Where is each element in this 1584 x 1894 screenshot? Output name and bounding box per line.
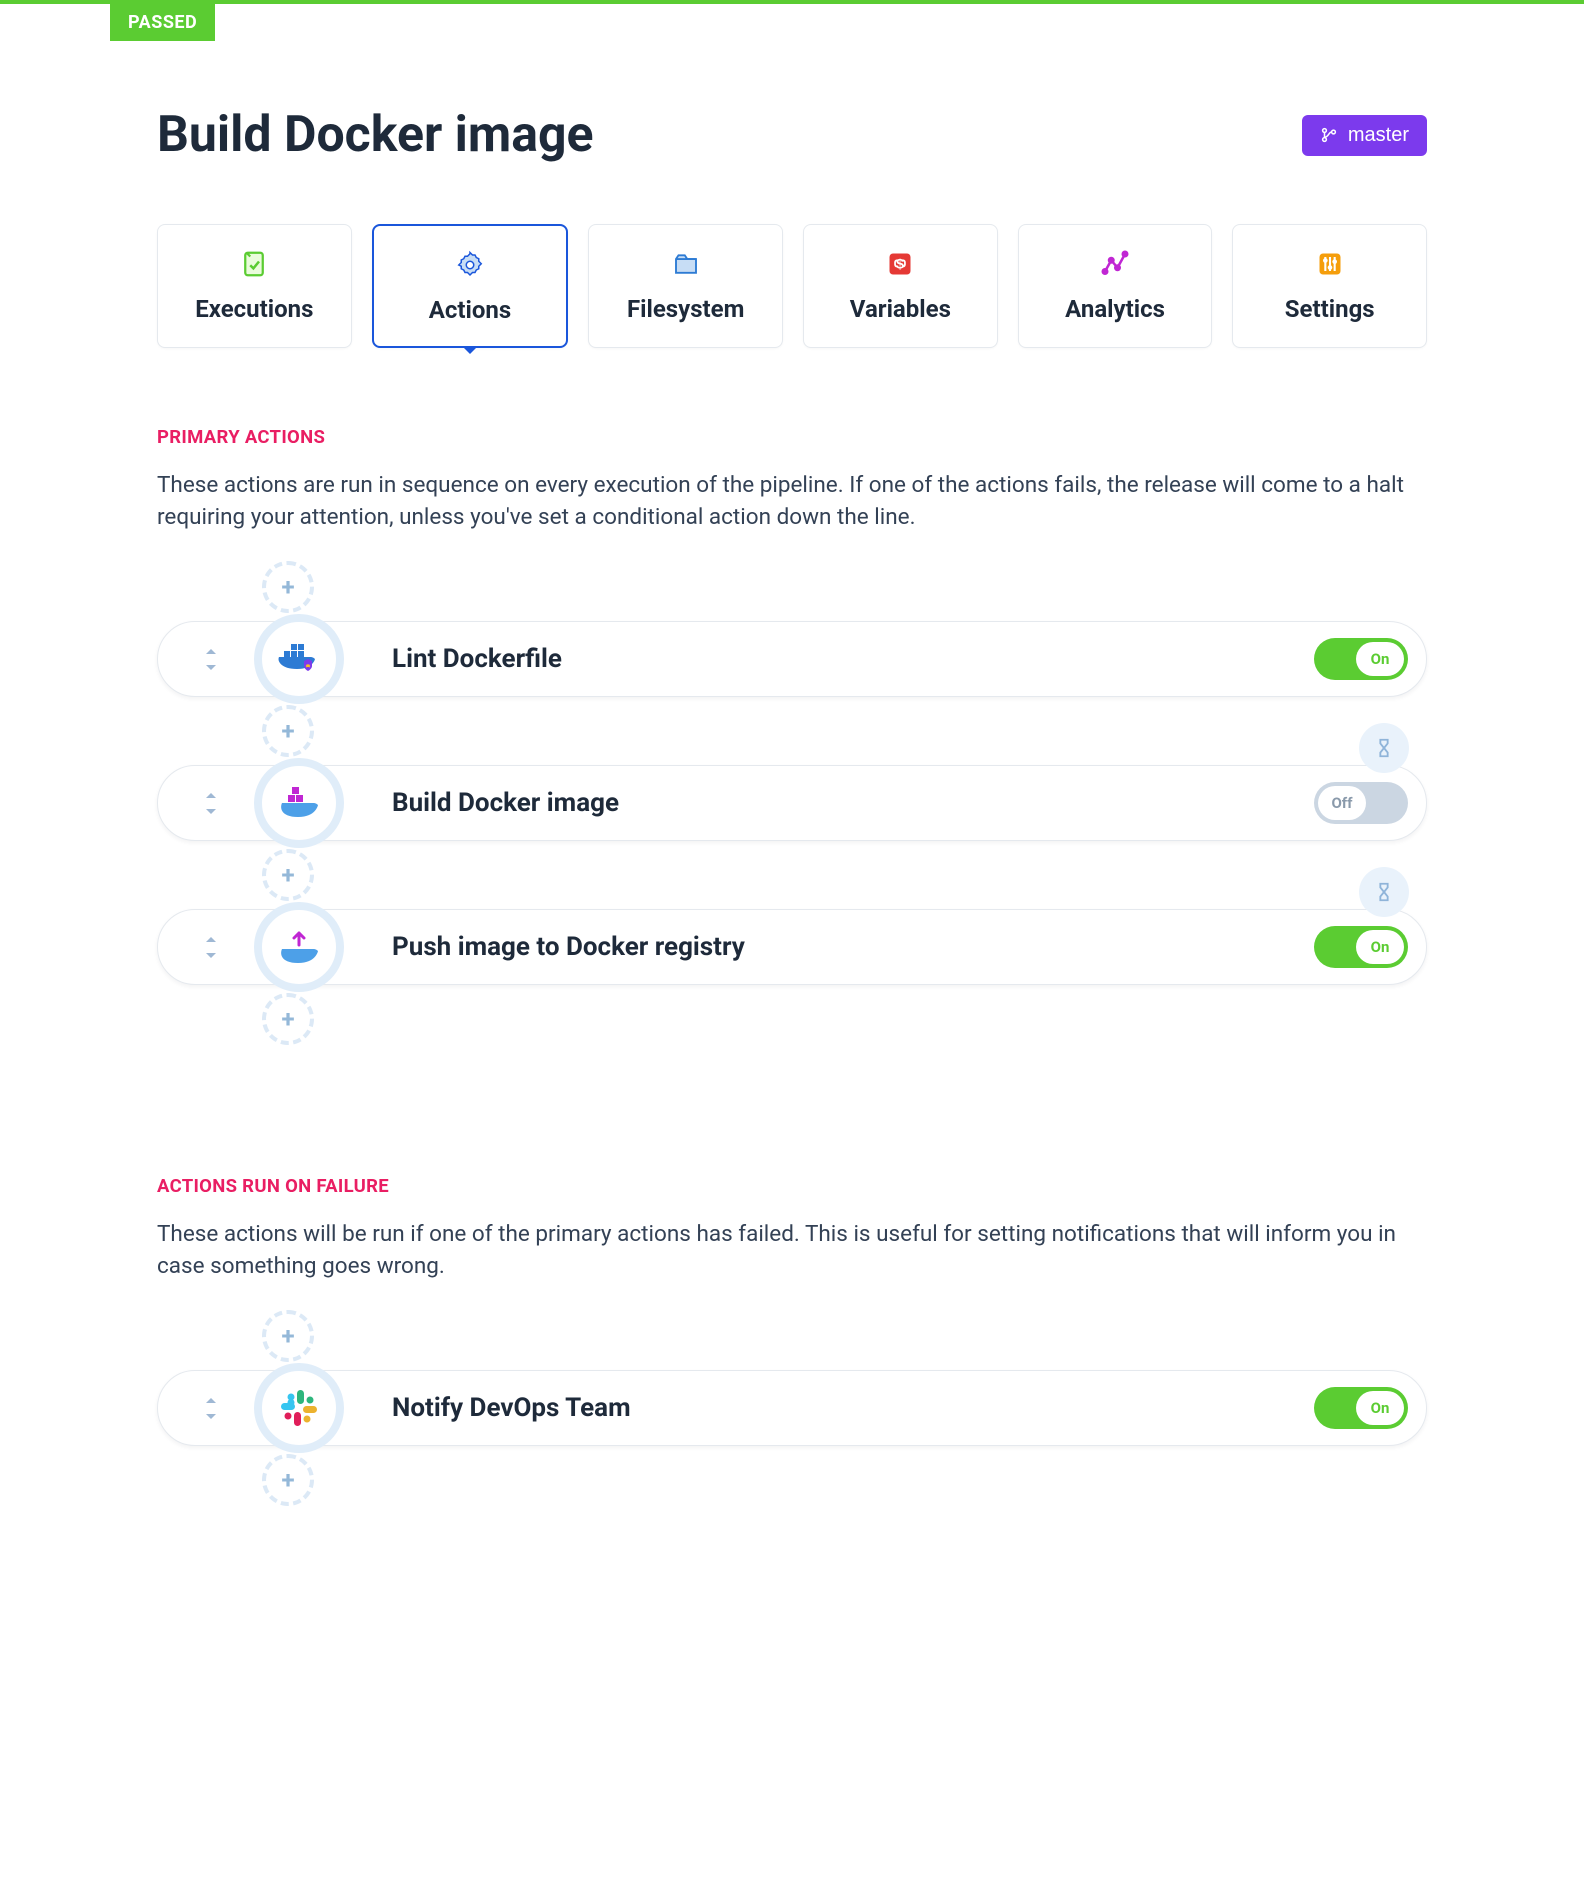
status-badge: PASSED [110,4,215,41]
page-title: Build Docker image [157,106,594,164]
tab-label: Actions [384,296,557,324]
action-row[interactable]: Build Docker image Off [157,765,1427,841]
branch-label: master [1348,124,1409,147]
docker-build-icon [254,758,344,848]
analytics-icon [1029,249,1202,279]
add-action-button[interactable]: + [262,1310,314,1362]
tab-actions[interactable]: Actions [372,224,569,348]
wait-icon [1359,723,1409,773]
toggle-label: Off [1318,786,1366,820]
plus-icon: + [281,1322,294,1350]
action-name: Push image to Docker registry [392,932,1314,962]
tab-label: Variables [814,295,987,323]
toggle-switch[interactable]: On [1314,638,1408,680]
plus-icon: + [281,861,294,889]
toggle-switch[interactable]: On [1314,926,1408,968]
plus-icon: + [281,1005,294,1033]
tab-label: Analytics [1029,295,1202,323]
add-action-button[interactable]: + [262,849,314,901]
tab-settings[interactable]: Settings [1232,224,1427,348]
toggle-label: On [1356,930,1404,964]
toggle-label: On [1356,1391,1404,1425]
wait-icon [1359,867,1409,917]
drag-handle[interactable] [198,649,224,670]
drag-handle[interactable] [198,793,224,814]
tabs: Executions Actions Filesystem [157,224,1427,348]
docker-lint-icon [254,614,344,704]
add-action-button[interactable]: + [262,561,314,613]
status-top-bar [0,0,1584,4]
action-name: Build Docker image [392,788,1314,818]
settings-icon [1243,249,1416,279]
variables-icon: $ [814,249,987,279]
executions-icon [168,249,341,279]
plus-icon: + [281,1466,294,1494]
action-name: Notify DevOps Team [392,1393,1314,1423]
toggle-label: On [1356,642,1404,676]
failure-section-desc: These actions will be run if one of the … [157,1219,1427,1282]
svg-text:$: $ [896,256,904,272]
add-action-button[interactable]: + [262,705,314,757]
tab-filesystem[interactable]: Filesystem [588,224,783,348]
plus-icon: + [281,717,294,745]
filesystem-icon [599,249,772,279]
tab-analytics[interactable]: Analytics [1018,224,1213,348]
add-action-button[interactable]: + [262,993,314,1045]
action-row[interactable]: Push image to Docker registry On [157,909,1427,985]
action-row[interactable]: Notify DevOps Team On [157,1370,1427,1446]
branch-icon [1320,126,1338,144]
drag-handle[interactable] [198,1398,224,1419]
slack-icon [254,1363,344,1453]
drag-handle[interactable] [198,937,224,958]
action-name: Lint Dockerfile [392,644,1314,674]
failure-actions-list: + [157,1310,1427,1506]
tab-executions[interactable]: Executions [157,224,352,348]
toggle-switch[interactable]: Off [1314,782,1408,824]
tab-label: Executions [168,295,341,323]
branch-button[interactable]: master [1302,115,1427,156]
tab-variables[interactable]: $ Variables [803,224,998,348]
tab-label: Settings [1243,295,1416,323]
docker-push-icon [254,902,344,992]
plus-icon: + [281,573,294,601]
tab-label: Filesystem [599,295,772,323]
actions-icon [384,250,557,280]
primary-section-title: PRIMARY ACTIONS [157,426,1427,448]
primary-actions-list: + [157,561,1427,1045]
action-row[interactable]: Lint Dockerfile On [157,621,1427,697]
add-action-button[interactable]: + [262,1454,314,1506]
primary-section-desc: These actions are run in sequence on eve… [157,470,1427,533]
failure-section-title: ACTIONS RUN ON FAILURE [157,1175,1427,1197]
toggle-switch[interactable]: On [1314,1387,1408,1429]
